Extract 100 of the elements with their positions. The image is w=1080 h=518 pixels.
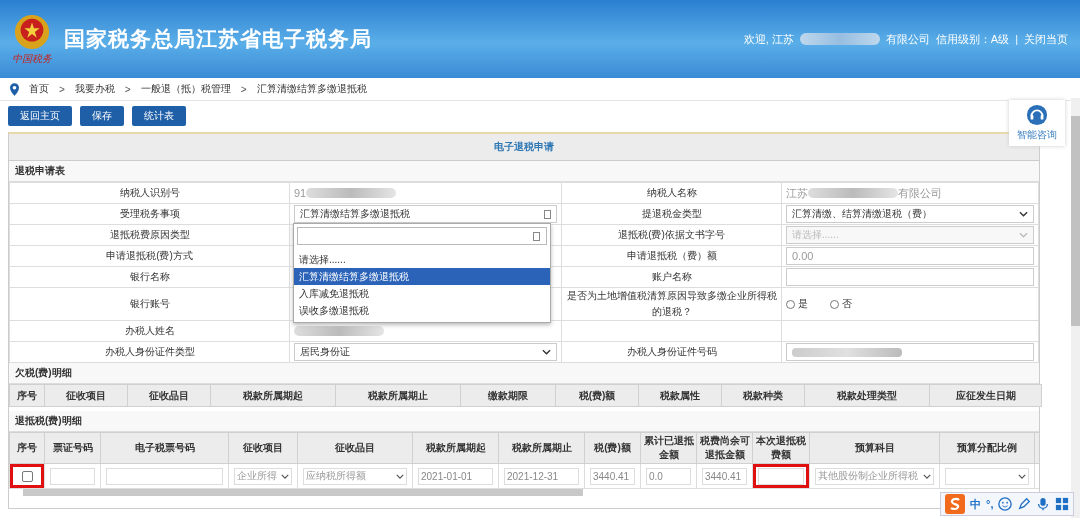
- toolbar-button[interactable]: 统计表: [132, 106, 186, 126]
- field-label: 纳税人名称: [646, 187, 697, 198]
- column-header: 税款属性: [638, 384, 722, 407]
- breadcrumb-separator: >: [240, 83, 247, 95]
- section-title: 退抵税(费)明细: [15, 414, 82, 428]
- breadcrumb-link[interactable]: 首页: [29, 82, 49, 96]
- dropdown-option[interactable]: 误收多缴退抵税: [294, 302, 550, 319]
- field-label: 账户名称: [651, 271, 692, 282]
- field-label: 是否为土地增值税清算原因导致多缴企业所得税的退税？: [566, 290, 777, 317]
- breadcrumb-link[interactable]: 一般退（抵）税管理: [140, 82, 231, 96]
- select-field[interactable]: 居民身份证: [294, 343, 557, 361]
- input-field[interactable]: [50, 467, 95, 485]
- column-header: 税(费)额: [594, 442, 631, 453]
- column-header: 本次退抵税费额: [756, 435, 806, 460]
- field-label: 办税人身份证件号码: [626, 346, 717, 357]
- field-value: 江苏: [786, 185, 808, 201]
- input-field[interactable]: [786, 268, 1034, 286]
- column-header: 应征发生日期: [929, 384, 1042, 407]
- scrollbar[interactable]: [1071, 98, 1080, 518]
- toolbar-button[interactable]: 保存: [80, 106, 124, 126]
- field-value: 有限公司: [898, 185, 942, 201]
- field-value: 91: [294, 187, 307, 199]
- column-header: 缴款期限: [460, 384, 556, 407]
- ime-punctuation[interactable]: °,: [986, 498, 994, 510]
- credit-level: 信用级别：A级: [935, 31, 1010, 47]
- chevron-down-icon: [542, 349, 551, 355]
- select-field[interactable]: [945, 467, 1029, 485]
- column-header: 票证号码: [52, 442, 93, 453]
- input-field[interactable]: 2021-12-31: [504, 467, 579, 485]
- input-field[interactable]: 2021-01-01: [418, 467, 493, 485]
- column-header: 预算分配比例: [957, 442, 1017, 453]
- field-label: 申请退抵税(费)方式: [106, 250, 193, 261]
- search-field[interactable]: [297, 227, 547, 245]
- welcome-text: 欢迎, 江苏: [743, 31, 794, 47]
- field-label: 办税人身份证件类型: [104, 346, 195, 357]
- location-pin-icon: [10, 82, 19, 96]
- column-header: 预算科目: [854, 442, 895, 453]
- column-header: 税款种类: [721, 384, 805, 407]
- emblem-icon: [13, 12, 51, 51]
- chevron-down-icon: [1019, 211, 1028, 217]
- field-label: 纳税人识别号: [119, 187, 180, 198]
- pen-icon[interactable]: [1017, 497, 1032, 511]
- column-header: 税款所属期止: [335, 384, 461, 407]
- field-label: 退抵税(费)依据文书字号: [618, 229, 725, 240]
- column-header: 税款所属期起: [210, 384, 336, 407]
- section-title: 欠税(费)明细: [15, 366, 72, 380]
- company-name: 有限公司: [885, 31, 930, 47]
- radio-option[interactable]: 是: [786, 297, 808, 311]
- column-header: 累计已退抵金额: [643, 435, 694, 460]
- field-label: 受理税务事项: [119, 208, 180, 219]
- input-field[interactable]: 3440.41: [590, 467, 635, 485]
- chevron-down-icon: [923, 473, 931, 479]
- smiley-icon[interactable]: [998, 497, 1013, 511]
- field-label: 银行名称: [129, 271, 170, 282]
- column-header: 税款处理类型: [804, 384, 930, 407]
- field-label: 提退税金类型: [641, 208, 702, 219]
- field-label: 退抵税费原因类型: [109, 229, 190, 240]
- input-field[interactable]: [106, 467, 223, 485]
- ime-mode[interactable]: 中: [970, 496, 981, 512]
- combo-field[interactable]: 汇算清缴结算多缴退抵税: [294, 205, 557, 223]
- breadcrumb-link[interactable]: 我要办税: [74, 82, 115, 96]
- site-title: 国家税务总局江苏省电子税务局: [64, 26, 372, 52]
- column-header: 税费尚余可退抵金额: [699, 435, 750, 460]
- column-header: 征收项目: [44, 384, 128, 407]
- column-header: 序号: [9, 384, 45, 407]
- chevron-down-icon: [281, 473, 289, 479]
- dropdown-option[interactable]: 入库减免退抵税: [294, 285, 550, 302]
- checkbox[interactable]: [21, 470, 33, 482]
- field-label: 申请退抵税（费）额: [626, 250, 717, 261]
- column-header: 征收项目: [243, 442, 283, 453]
- column-header: 税款所属期起: [425, 442, 486, 453]
- breadcrumb-link[interactable]: 汇算清缴结算多缴退抵税: [256, 82, 367, 96]
- chevron-down-icon: [1019, 232, 1028, 238]
- input-field[interactable]: 3440.41: [702, 467, 747, 485]
- input-field[interactable]: [786, 343, 1034, 361]
- input-field[interactable]: 0.0: [646, 467, 691, 485]
- section-title: 退税申请表: [15, 164, 65, 178]
- dropdown-option[interactable]: 汇算清缴结算多缴退抵税: [294, 268, 550, 285]
- assistant-label: 智能咨询: [1017, 128, 1057, 142]
- assistant-widget[interactable]: 智能咨询: [1009, 100, 1065, 146]
- scrollbar[interactable]: [23, 489, 583, 496]
- field-label: 银行账号: [129, 298, 170, 309]
- panel-title: 电子退税申请: [494, 140, 554, 154]
- column-header: 税款所属期止: [511, 442, 572, 453]
- grid-icon[interactable]: [1055, 497, 1070, 511]
- toolbar-button[interactable]: 返回主页: [8, 106, 72, 126]
- input-field[interactable]: [758, 467, 804, 485]
- column-header: 征收品目: [127, 384, 211, 407]
- select-field[interactable]: 汇算清缴、结算清缴退税（费）: [786, 205, 1034, 223]
- chevron-down-icon: [1018, 473, 1026, 479]
- radio-option[interactable]: 否: [830, 297, 852, 311]
- field-label: 办税人姓名: [124, 325, 175, 336]
- separator: |: [1015, 33, 1018, 45]
- microphone-icon[interactable]: [1036, 497, 1051, 511]
- breadcrumb-separator: >: [124, 83, 131, 95]
- chevron-down-icon: [396, 473, 404, 479]
- column-header: 征收品目: [335, 442, 375, 453]
- breadcrumb-separator: >: [59, 83, 65, 95]
- logo-caption: 中国税务: [12, 51, 52, 66]
- column-header: 序号: [17, 442, 37, 453]
